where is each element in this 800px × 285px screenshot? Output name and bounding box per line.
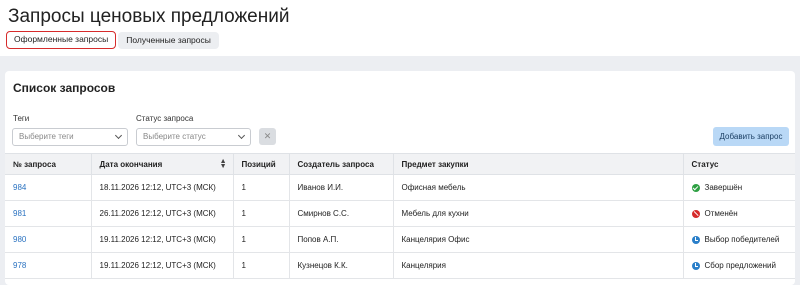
creator-cell: Иванов И.И. xyxy=(289,174,394,201)
positions-cell: 1 xyxy=(233,252,290,279)
status-label: Сбор предложений xyxy=(704,261,776,270)
column-header-status[interactable]: Статус xyxy=(683,153,795,175)
column-header-id[interactable]: № запроса xyxy=(5,153,92,175)
status-filter-label: Статус запроса xyxy=(136,114,194,123)
end-date-cell: 19.11.2026 12:12, UTC+3 (МСК) xyxy=(91,226,234,253)
column-header-positions[interactable]: Позиций xyxy=(233,153,290,175)
positions-cell: 1 xyxy=(233,200,290,227)
request-id-link[interactable]: 981 xyxy=(13,209,26,218)
table-row[interactable]: 978 19.11.2026 12:12, UTC+3 (МСК) 1 Кузн… xyxy=(5,252,796,279)
tags-select[interactable]: Выберите теги xyxy=(12,128,128,146)
page-title: Запросы ценовых предложений xyxy=(8,6,290,27)
request-id-link[interactable]: 978 xyxy=(13,261,26,270)
add-request-button[interactable]: Добавить запрос xyxy=(713,127,789,146)
column-header-end-date[interactable]: Дата окончания ▲ ▼ xyxy=(91,153,234,175)
status-cell: Выбор победителей xyxy=(691,235,796,244)
status-label: Отменён xyxy=(704,209,738,218)
table-row[interactable]: 980 19.11.2026 12:12, UTC+3 (МСК) 1 Попо… xyxy=(5,226,796,253)
card-title: Список запросов xyxy=(13,81,116,95)
creator-cell: Попов А.П. xyxy=(289,226,394,253)
column-header-creator[interactable]: Создатель запроса xyxy=(289,153,394,175)
sort-icon[interactable]: ▲ ▼ xyxy=(220,158,227,170)
tab-issued-requests[interactable]: Оформленные запросы xyxy=(6,31,117,49)
positions-cell: 1 xyxy=(233,174,290,201)
creator-cell: Кузнецов К.К. xyxy=(289,252,394,279)
tab-received-requests[interactable]: Полученные запросы xyxy=(118,31,219,49)
subject-cell: Канцелярия xyxy=(393,252,684,279)
requests-card: Список запросов Теги Выберите теги Стату… xyxy=(5,71,795,285)
request-id-link[interactable]: 980 xyxy=(13,235,26,244)
subject-cell: Офисная мебель xyxy=(393,174,684,201)
tags-filter-label: Теги xyxy=(13,114,30,123)
clock-icon xyxy=(691,235,700,244)
status-cell: Отменён xyxy=(691,209,796,218)
end-date-cell: 26.11.2026 12:12, UTC+3 (МСК) xyxy=(91,200,234,227)
subject-cell: Мебель для кухни xyxy=(393,200,684,227)
table-row[interactable]: 984 18.11.2026 12:12, UTC+3 (МСК) 1 Иван… xyxy=(5,174,796,201)
status-label: Завершён xyxy=(704,183,743,192)
requests-table: № запроса Дата окончания ▲ ▼ Позиций Созд… xyxy=(5,153,795,279)
positions-cell: 1 xyxy=(233,226,290,253)
creator-cell: Смирнов С.С. xyxy=(289,200,394,227)
close-icon: ✕ xyxy=(263,131,272,141)
cancel-circle-icon xyxy=(691,209,700,218)
clock-icon xyxy=(691,261,700,270)
chevron-down-icon xyxy=(237,131,246,140)
check-circle-icon xyxy=(691,183,700,192)
request-id-link[interactable]: 984 xyxy=(13,183,26,192)
status-cell: Сбор предложений xyxy=(691,261,796,270)
status-label: Выбор победителей xyxy=(704,235,780,244)
end-date-cell: 18.11.2026 12:12, UTC+3 (МСК) xyxy=(91,174,234,201)
table-row[interactable]: 981 26.11.2026 12:12, UTC+3 (МСК) 1 Смир… xyxy=(5,200,796,227)
status-select[interactable]: Выберите статус xyxy=(136,128,251,146)
chevron-down-icon xyxy=(114,131,123,140)
subject-cell: Канцелярия Офис xyxy=(393,226,684,253)
tabs: Оформленные запросы Полученные запросы xyxy=(6,31,219,49)
status-select-placeholder: Выберите статус xyxy=(143,132,206,141)
tags-select-placeholder: Выберите теги xyxy=(19,132,74,141)
status-cell: Завершён xyxy=(691,183,796,192)
end-date-cell: 19.11.2026 12:12, UTC+3 (МСК) xyxy=(91,252,234,279)
column-header-subject[interactable]: Предмет закупки xyxy=(393,153,684,175)
clear-filters-button[interactable]: ✕ xyxy=(259,128,276,145)
